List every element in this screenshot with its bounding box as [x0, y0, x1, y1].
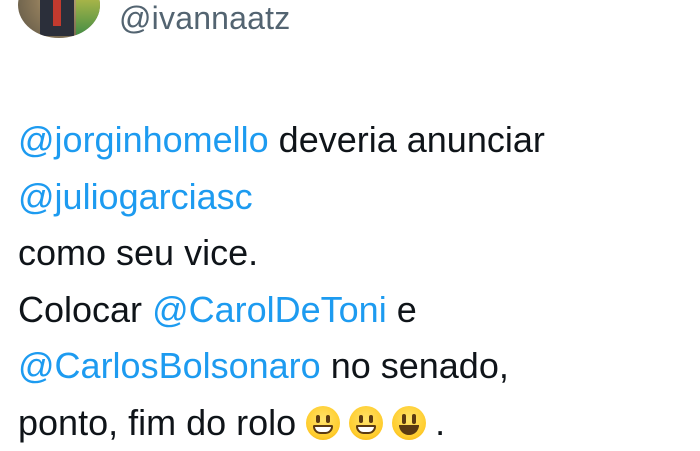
user-handle[interactable]: @ivannaatz — [119, 0, 290, 38]
tweet-line-6: ponto, fim do rolo . — [18, 395, 688, 451]
tweet-text-fragment: . — [435, 402, 445, 443]
tweet-line-2: @juliogarciasc — [18, 169, 688, 226]
tweet-text-fragment: Colocar — [18, 289, 152, 330]
grinning-face-icon — [349, 406, 383, 440]
tweet-line-5: @CarlosBolsonaro no senado, — [18, 338, 688, 395]
tweet-text-fragment: deveria anunciar — [269, 119, 545, 160]
avatar[interactable] — [18, 0, 100, 38]
tweet-text-fragment: como seu vice. — [18, 232, 258, 273]
tweet-text-fragment: e — [387, 289, 417, 330]
mention-link[interactable]: @CarolDeToni — [152, 289, 387, 330]
tweet-line-3: como seu vice. — [18, 225, 688, 282]
grinning-face-icon — [306, 406, 340, 440]
tweet-text-fragment: no senado, — [321, 345, 509, 386]
smiley-face-icon — [392, 406, 426, 440]
mention-link[interactable]: @jorginhomello — [18, 119, 269, 160]
tweet-text-fragment: ponto, fim do rolo — [18, 402, 306, 443]
mention-link[interactable]: @juliogarciasc — [18, 176, 253, 217]
avatar-tie — [53, 0, 61, 26]
tweet-line-1: @jorginhomello deveria anunciar — [18, 112, 688, 169]
avatar-flag — [76, 0, 100, 38]
tweet-text: @jorginhomello deveria anunciar @julioga… — [18, 112, 688, 451]
tweet-line-4: Colocar @CarolDeToni e — [18, 282, 688, 339]
mention-link[interactable]: @CarlosBolsonaro — [18, 345, 321, 386]
